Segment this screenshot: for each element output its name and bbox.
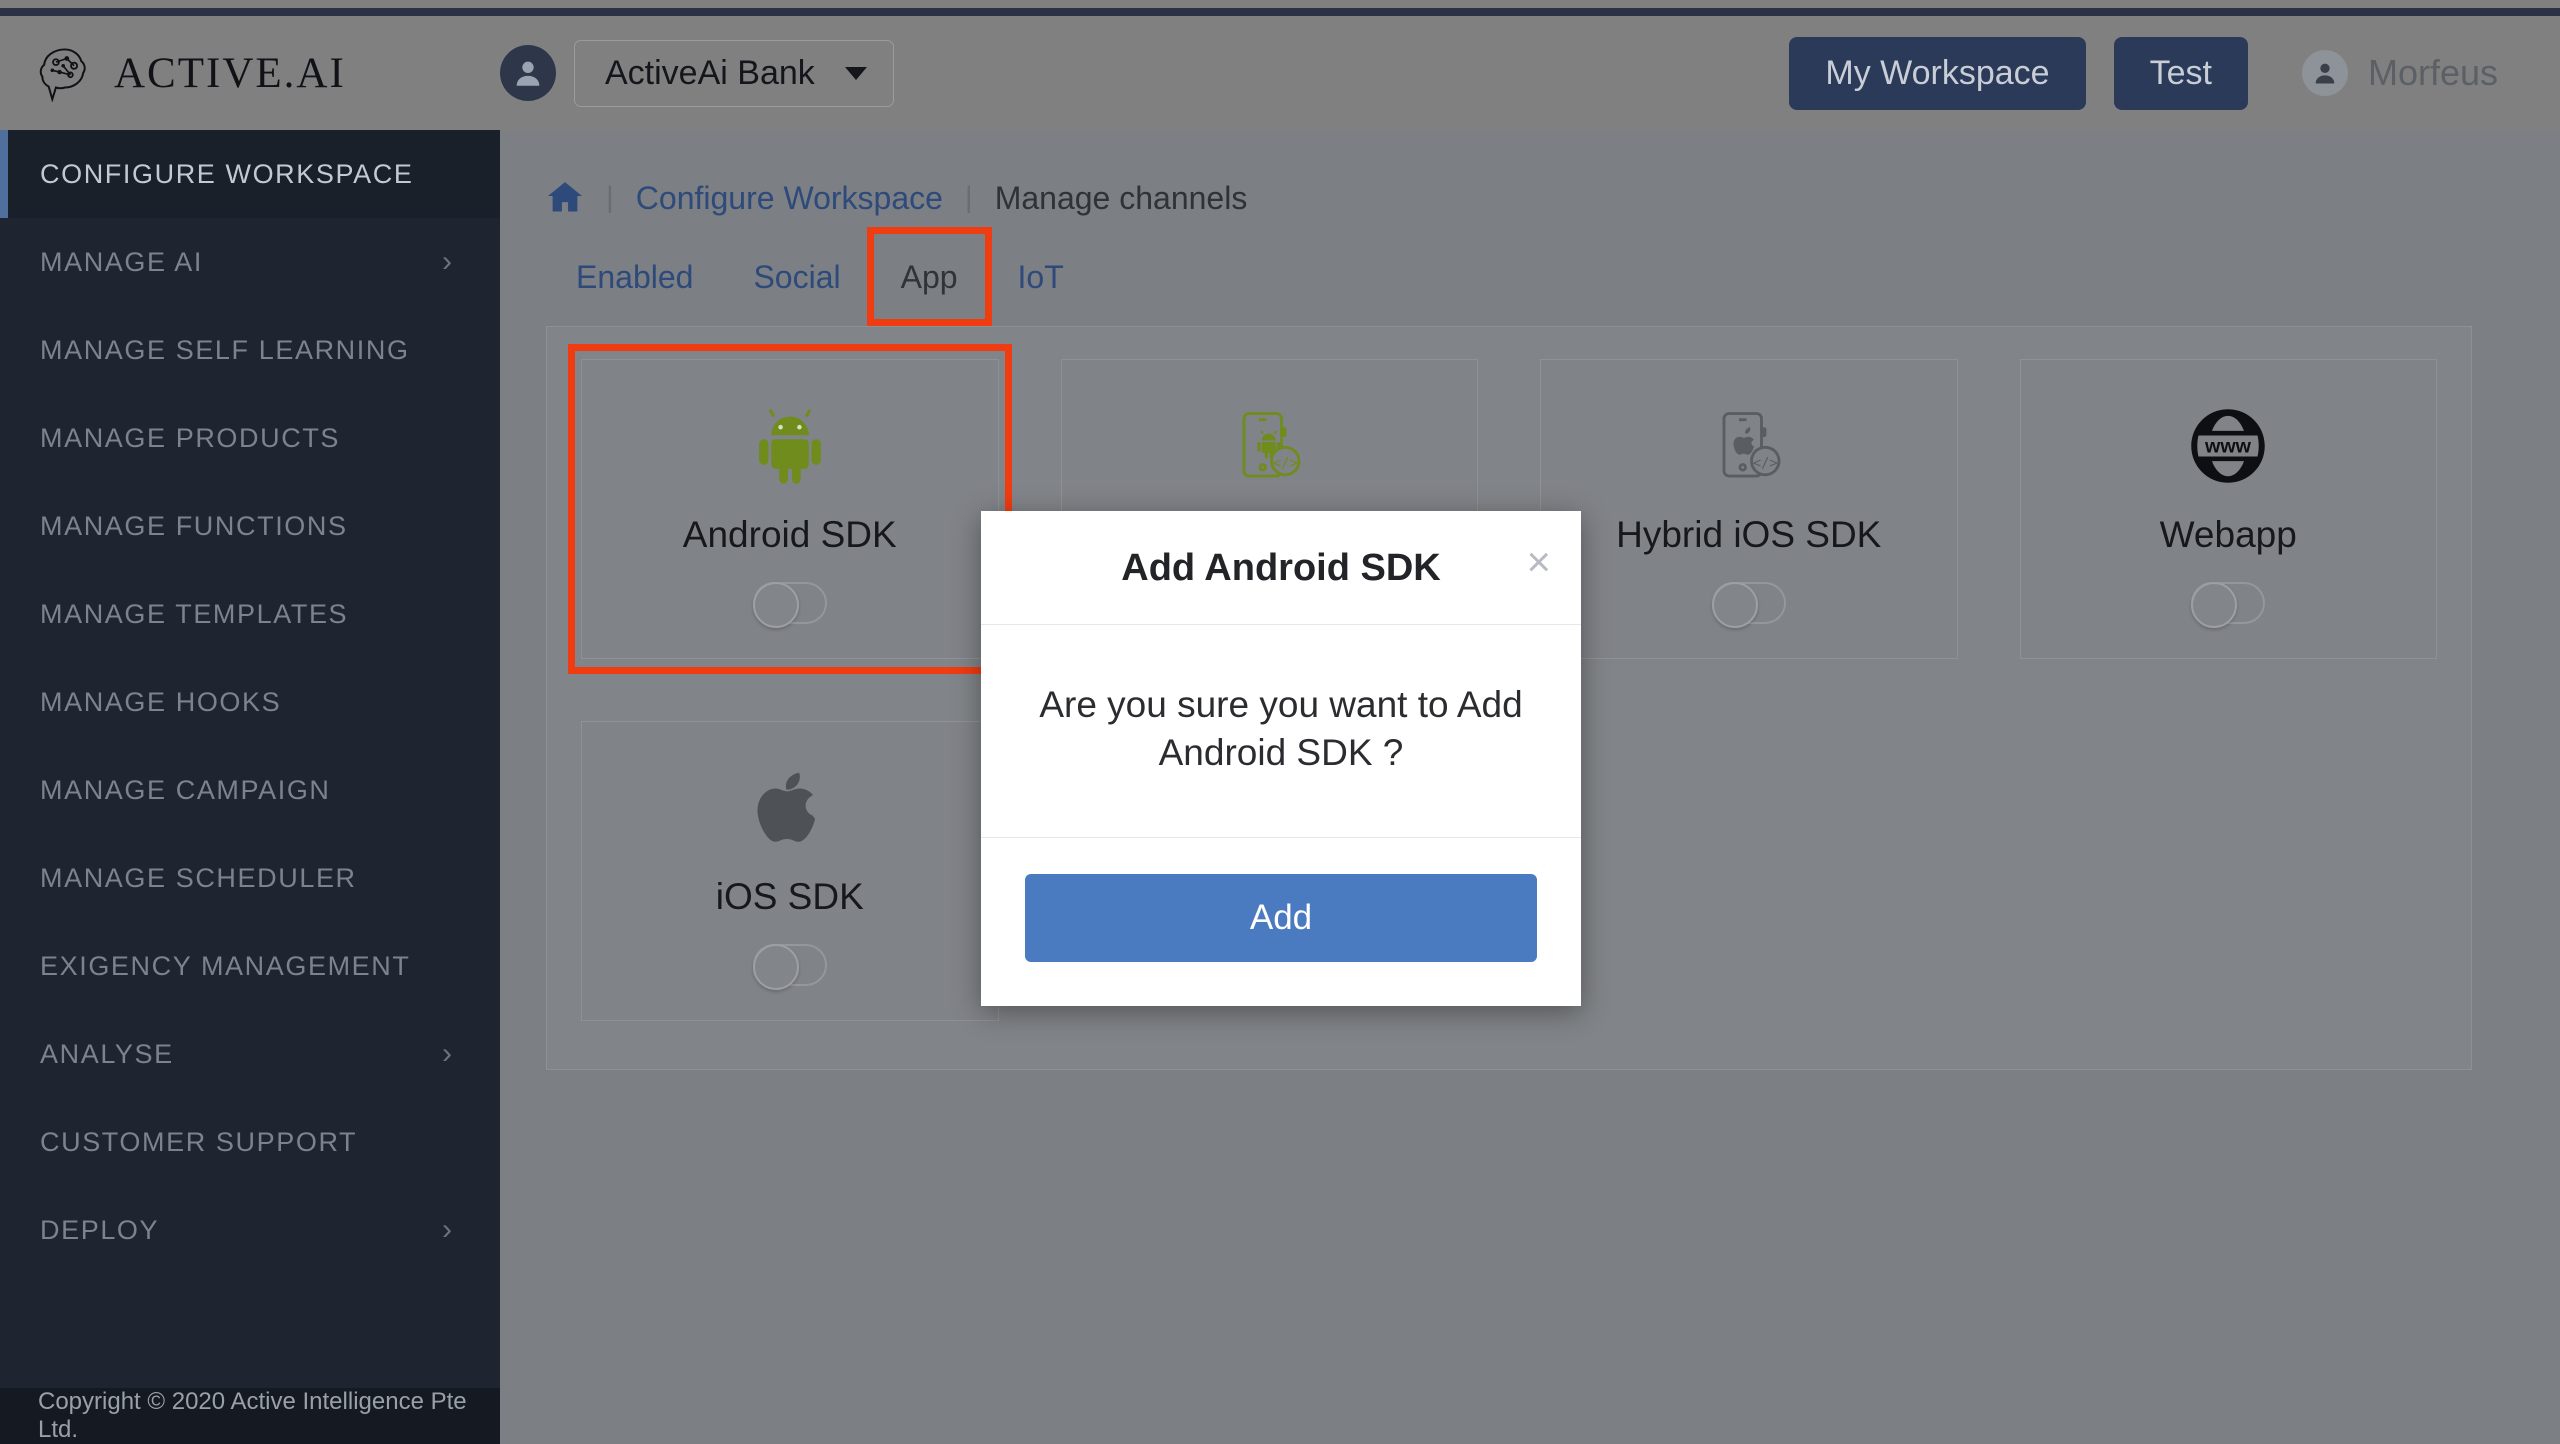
sidebar-item-label: MANAGE PRODUCTS [40, 422, 341, 453]
sidebar-item-label: MANAGE CAMPAIGN [40, 774, 331, 805]
sidebar-item-manage-ai[interactable]: MANAGE AI › [0, 218, 500, 306]
channel-card-title: iOS SDK [715, 876, 864, 917]
add-channel-modal: Add Android SDK × Are you sure you want … [981, 511, 1581, 1007]
sidebar-item-customer-support[interactable]: CUSTOMER SUPPORT [0, 1098, 500, 1186]
android-robot-icon [747, 394, 833, 498]
sidebar-item-label: ANALYSE [40, 1038, 174, 1069]
header-actions: My Workspace Test Morfeus [1789, 36, 2560, 110]
sidebar-item-manage-scheduler[interactable]: MANAGE SCHEDULER [0, 834, 500, 922]
copyright-text: Copyright © 2020 Active Intelligence Pte… [38, 1388, 467, 1443]
brain-circuit-icon [36, 44, 94, 103]
tab-social[interactable]: Social [723, 243, 870, 312]
sidebar-nav: CONFIGURE WORKSPACE MANAGE AI › MANAGE SELF… [0, 130, 500, 1274]
channel-card-title: Webapp [2159, 514, 2297, 555]
add-button[interactable]: Add [1025, 874, 1537, 963]
sidebar-item-exigency-management[interactable]: EXIGENCY MANAGEMENT [0, 922, 500, 1010]
sidebar-item-label: EXIGENCY MANAGEMENT [40, 950, 411, 981]
sidebar: CONFIGURE WORKSPACE MANAGE AI › MANAGE SELF… [0, 130, 500, 1444]
channel-enable-toggle[interactable] [752, 582, 827, 628]
breadcrumb-link-configure-workspace[interactable]: Configure Workspace [636, 180, 943, 217]
workspace-name: ActiveAi Bank [605, 53, 815, 92]
user-avatar-icon [500, 45, 556, 101]
sidebar-item-label: DEPLOY [40, 1214, 160, 1245]
tab-label: Social [753, 259, 841, 295]
home-icon[interactable] [546, 179, 584, 218]
channel-card-android-sdk[interactable]: Android SDK [568, 344, 1012, 674]
channel-card-webapp[interactable]: www Webapp [2019, 359, 2437, 659]
close-icon[interactable]: × [1526, 541, 1551, 583]
app-root: ACTIVE.AI ActiveAi Bank My Workspace Tes… [0, 0, 2560, 1444]
sidebar-item-label: CUSTOMER SUPPORT [40, 1126, 358, 1157]
sidebar-item-analyse[interactable]: ANALYSE › [0, 1010, 500, 1098]
user-menu[interactable]: Morfeus [2301, 50, 2498, 96]
sidebar-item-label: MANAGE FUNCTIONS [40, 510, 348, 541]
channel-tabs: Enabled Social App IoT [500, 227, 2560, 326]
channel-card-ios-sdk[interactable]: iOS SDK [581, 721, 999, 1021]
breadcrumb-separator-2: | [964, 181, 973, 214]
user-name: Morfeus [2367, 52, 2498, 93]
sidebar-item-manage-templates[interactable]: MANAGE TEMPLATES [0, 570, 500, 658]
channel-enable-toggle[interactable] [1711, 582, 1786, 628]
sidebar-item-label: MANAGE HOOKS [40, 686, 282, 717]
sidebar-footer: Copyright © 2020 Active Intelligence Pte… [0, 1388, 500, 1444]
sidebar-item-manage-functions[interactable]: MANAGE FUNCTIONS [0, 482, 500, 570]
test-button[interactable]: Test [2113, 36, 2248, 110]
breadcrumb-separator-1: | [606, 181, 614, 214]
chevron-right-icon: › [442, 245, 452, 278]
channel-card-title: Android SDK [682, 514, 897, 555]
tab-enabled[interactable]: Enabled [546, 243, 723, 312]
apple-logo-icon [750, 756, 830, 860]
modal-message: Are you sure you want to Add Android SDK… [1039, 684, 1523, 774]
sidebar-item-manage-campaign[interactable]: MANAGE CAMPAIGN [0, 746, 500, 834]
tab-app[interactable]: App [866, 227, 992, 326]
sidebar-item-label: MANAGE SCHEDULER [40, 862, 357, 893]
chevron-right-icon: › [442, 1037, 452, 1070]
breadcrumb-current: Manage channels [994, 179, 1248, 216]
channel-card-title: Hybrid iOS SDK [1616, 514, 1882, 555]
svg-text:</>: </> [1273, 455, 1298, 471]
channel-card-hybrid-ios-sdk[interactable]: </> Hybrid iOS SDK [1540, 359, 1958, 659]
modal-title: Add Android SDK [1121, 547, 1441, 589]
brand[interactable]: ACTIVE.AI [0, 44, 500, 103]
modal-header: Add Android SDK × [981, 511, 1581, 625]
hybrid-ios-sdk-icon: </> [1709, 394, 1789, 498]
caret-down-icon [845, 66, 867, 80]
sidebar-item-label: MANAGE SELF LEARNING [40, 334, 410, 365]
tab-label: Enabled [576, 259, 694, 295]
sidebar-item-manage-products[interactable]: MANAGE PRODUCTS [0, 394, 500, 482]
breadcrumb: | Configure Workspace | Manage channels [500, 130, 2560, 228]
tab-iot[interactable]: IoT [988, 243, 1094, 312]
modal-footer: Add [981, 838, 1581, 1006]
top-header: ACTIVE.AI ActiveAi Bank My Workspace Tes… [0, 8, 2560, 130]
workspace-picker[interactable]: ActiveAi Bank [500, 39, 894, 107]
sidebar-item-label: MANAGE TEMPLATES [40, 598, 349, 629]
workspace-select[interactable]: ActiveAi Bank [574, 39, 894, 107]
svg-text:www: www [2204, 436, 2252, 458]
sidebar-item-configure-workspace[interactable]: CONFIGURE WORKSPACE [0, 130, 500, 218]
user-circle-icon [2301, 50, 2348, 96]
channel-enable-toggle[interactable] [752, 944, 827, 990]
modal-body: Are you sure you want to Add Android SDK… [981, 625, 1581, 839]
globe-www-icon: www [2186, 394, 2270, 498]
sidebar-item-label: CONFIGURE WORKSPACE [40, 158, 414, 189]
sidebar-item-label: MANAGE AI [40, 246, 203, 277]
hybrid-android-sdk-icon: </> [1229, 394, 1309, 498]
sidebar-item-manage-self-learning[interactable]: MANAGE SELF LEARNING [0, 306, 500, 394]
my-workspace-button[interactable]: My Workspace [1789, 36, 2086, 110]
tab-label: IoT [1017, 259, 1064, 295]
chevron-right-icon: › [442, 1213, 452, 1246]
sidebar-item-manage-hooks[interactable]: MANAGE HOOKS [0, 658, 500, 746]
svg-text:</>: </> [1753, 455, 1778, 471]
channel-enable-toggle[interactable] [2191, 582, 2266, 628]
tab-label: App [900, 259, 958, 295]
sidebar-item-deploy[interactable]: DEPLOY › [0, 1186, 500, 1274]
brand-name: ACTIVE.AI [114, 49, 346, 97]
